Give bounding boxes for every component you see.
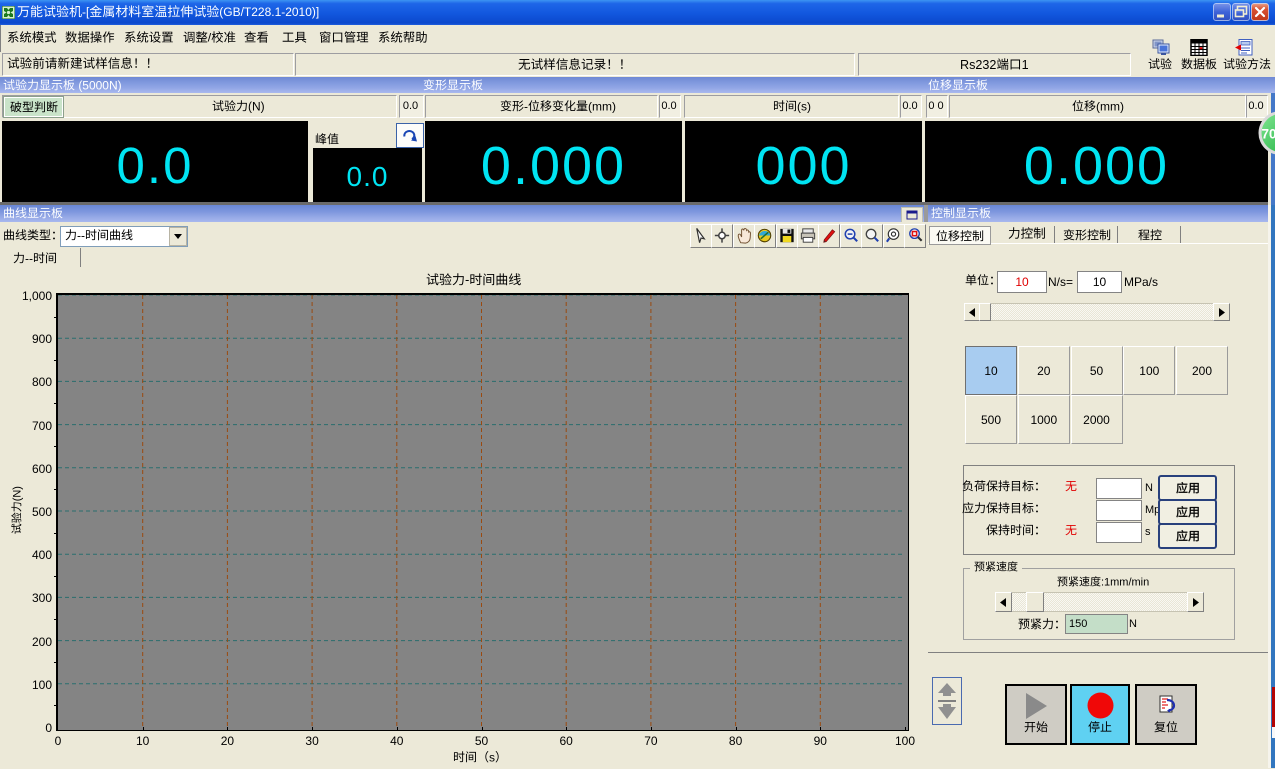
svg-text:(N): (N) xyxy=(11,486,23,501)
svg-text:1: 1 xyxy=(1022,58,1029,72)
svg-text:(GB/T228.1-2010)]: (GB/T228.1-2010)] xyxy=(219,5,319,19)
svg-text:-: - xyxy=(465,272,469,287)
svg-text:70: 70 xyxy=(1262,127,1275,142)
svg-text:(s): (s) xyxy=(797,99,811,113)
svg-text:(N): (N) xyxy=(248,99,265,113)
svg-text:Rs232: Rs232 xyxy=(960,58,996,72)
svg-text:(5000N): (5000N) xyxy=(75,78,122,92)
svg-text:-[: -[ xyxy=(82,5,90,19)
svg-text::1mm/min: :1mm/min xyxy=(1101,576,1149,588)
svg-text:-: - xyxy=(524,99,528,113)
svg-text:/: / xyxy=(208,31,212,45)
svg-text:(mm): (mm) xyxy=(1096,99,1124,113)
svg-text:--: -- xyxy=(25,251,33,265)
svg-text:--: -- xyxy=(77,228,85,242)
svg-text:s: s xyxy=(489,750,495,764)
